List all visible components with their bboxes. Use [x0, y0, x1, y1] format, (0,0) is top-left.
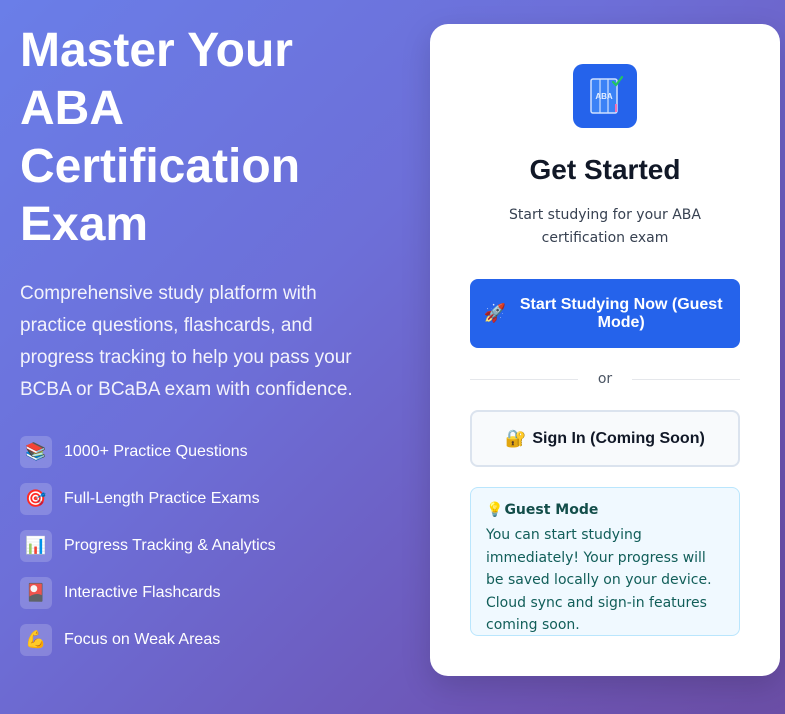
- hero-section: Master Your ABA Certification Exam Compr…: [20, 22, 420, 663]
- feature-label: Interactive Flashcards: [64, 583, 221, 601]
- rocket-icon: 🚀: [483, 303, 507, 323]
- card-subtitle: Start studying for your ABA certificatio…: [509, 207, 701, 246]
- app-logo-icon: ABA: [573, 64, 637, 128]
- divider-line: [632, 378, 741, 380]
- start-studying-label: Start Studying Now (Guest Mode): [519, 295, 723, 331]
- hero-description: Comprehensive study platform with practi…: [20, 283, 353, 400]
- flashcard-icon: 🎴: [20, 576, 52, 609]
- books-icon: 📚: [20, 435, 52, 468]
- feature-label: Full-Length Practice Exams: [64, 489, 260, 507]
- feature-label: Focus on Weak Areas: [64, 630, 221, 648]
- get-started-card: ABA Get Started Start studying for your …: [430, 24, 780, 676]
- feature-item-weak-areas: 💪 Focus on Weak Areas: [20, 616, 420, 663]
- feature-item-practice-questions: 📚 1000+ Practice Questions: [20, 428, 420, 475]
- sign-in-label: Sign In (Coming Soon): [532, 429, 705, 447]
- flexed-biceps-icon: 💪: [20, 623, 52, 656]
- divider-line: [470, 378, 578, 380]
- sign-in-button[interactable]: 🔐 Sign In (Coming Soon): [470, 410, 740, 467]
- feature-label: 1000+ Practice Questions: [64, 442, 248, 460]
- or-divider: or: [470, 368, 741, 390]
- feature-list: 📚 1000+ Practice Questions 🎯 Full-Length…: [20, 428, 420, 663]
- hero-title: Master Your ABA Certification Exam: [20, 24, 301, 251]
- card-title: Get Started: [529, 154, 681, 185]
- info-title: 💡 Guest Mode: [486, 502, 725, 518]
- info-text: You can start studying immediately! Your…: [486, 527, 712, 633]
- lock-key-icon: 🔐: [505, 428, 527, 448]
- feature-item-practice-exams: 🎯 Full-Length Practice Exams: [20, 475, 420, 522]
- guest-mode-info-box: 💡 Guest Mode You can start studying imme…: [470, 487, 740, 636]
- start-studying-guest-button[interactable]: 🚀 Start Studying Now (Guest Mode): [470, 279, 740, 348]
- feature-label: Progress Tracking & Analytics: [64, 536, 276, 554]
- bar-chart-icon: 📊: [20, 529, 52, 562]
- divider-text: or: [597, 371, 613, 387]
- logo-text: ABA: [595, 92, 613, 101]
- lightbulb-icon: 💡: [486, 502, 504, 518]
- target-icon: 🎯: [20, 482, 52, 515]
- info-title-text: Guest Mode: [504, 502, 599, 518]
- feature-item-flashcards: 🎴 Interactive Flashcards: [20, 569, 420, 616]
- feature-item-progress-tracking: 📊 Progress Tracking & Analytics: [20, 522, 420, 569]
